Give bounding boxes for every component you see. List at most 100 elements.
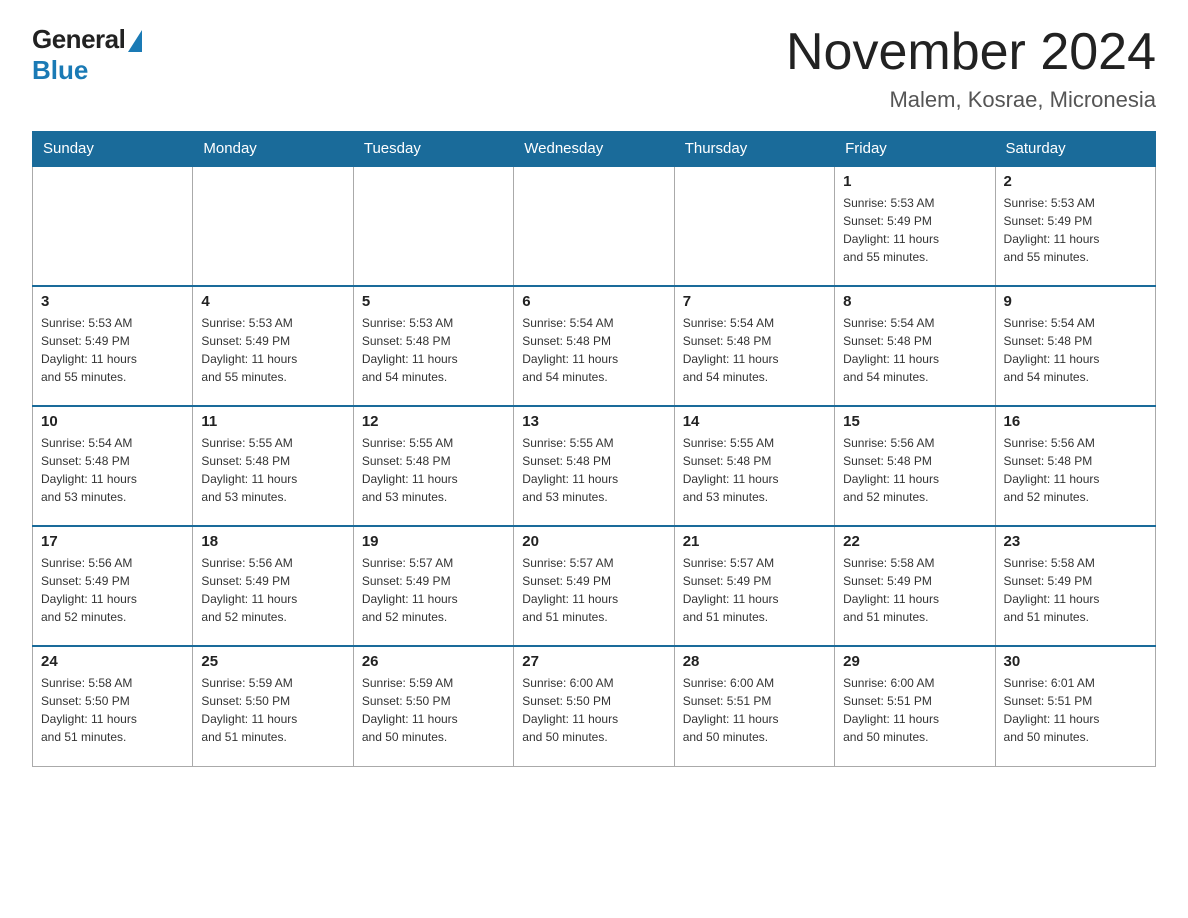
calendar-cell: 26 Sunrise: 5:59 AM Sunset: 5:50 PM Dayli… (353, 646, 513, 766)
calendar-cell: 3 Sunrise: 5:53 AM Sunset: 5:49 PM Daylig… (33, 286, 193, 406)
logo: General Blue (32, 24, 142, 86)
calendar-cell: 5 Sunrise: 5:53 AM Sunset: 5:48 PM Daylig… (353, 286, 513, 406)
weekday-header-saturday: Saturday (995, 132, 1155, 167)
weekday-header-sunday: Sunday (33, 132, 193, 167)
calendar-cell: 13Sunrise: 5:55 AM Sunset: 5:48 PM Dayli… (514, 406, 674, 526)
calendar-cell (33, 166, 193, 286)
day-info: Sunrise: 6:00 AM Sunset: 5:50 PM Dayligh… (522, 674, 665, 746)
day-number: 11 (201, 413, 344, 430)
day-number: 23 (1004, 533, 1147, 550)
calendar-week-row: 24Sunrise: 5:58 AM Sunset: 5:50 PM Dayli… (33, 646, 1156, 766)
month-year-title: November 2024 (786, 24, 1156, 81)
day-info: Sunrise: 6:00 AM Sunset: 5:51 PM Dayligh… (683, 674, 826, 746)
calendar-cell: 20 Sunrise: 5:57 AM Sunset: 5:49 PM Dayli… (514, 526, 674, 646)
day-info: Sunrise: 5:58 AM Sunset: 5:49 PM Dayligh… (843, 554, 986, 626)
day-number: 3 (41, 293, 184, 310)
calendar-cell: 25 Sunrise: 5:59 AM Sunset: 5:50 PM Dayli… (193, 646, 353, 766)
day-info: Sunrise: 6:00 AM Sunset: 5:51 PM Dayligh… (843, 674, 986, 746)
day-number: 15 (843, 413, 986, 430)
day-info: Sunrise: 5:57 AM Sunset: 5:49 PM Dayligh… (362, 554, 505, 626)
calendar-week-row: 17Sunrise: 5:56 AM Sunset: 5:49 PM Dayli… (33, 526, 1156, 646)
calendar-body: 1 Sunrise: 5:53 AM Sunset: 5:49 PM Daylig… (33, 166, 1156, 766)
calendar-cell: 9 Sunrise: 5:54 AM Sunset: 5:48 PM Daylig… (995, 286, 1155, 406)
calendar-cell: 17Sunrise: 5:56 AM Sunset: 5:49 PM Dayli… (33, 526, 193, 646)
calendar-week-row: 10Sunrise: 5:54 AM Sunset: 5:48 PM Dayli… (33, 406, 1156, 526)
day-info: Sunrise: 5:56 AM Sunset: 5:48 PM Dayligh… (1004, 434, 1147, 506)
weekday-header-tuesday: Tuesday (353, 132, 513, 167)
day-info: Sunrise: 6:01 AM Sunset: 5:51 PM Dayligh… (1004, 674, 1147, 746)
day-info: Sunrise: 5:57 AM Sunset: 5:49 PM Dayligh… (522, 554, 665, 626)
calendar-cell: 16Sunrise: 5:56 AM Sunset: 5:48 PM Dayli… (995, 406, 1155, 526)
location-subtitle: Malem, Kosrae, Micronesia (786, 87, 1156, 113)
day-info: Sunrise: 5:54 AM Sunset: 5:48 PM Dayligh… (522, 314, 665, 386)
day-number: 21 (683, 533, 826, 550)
day-number: 29 (843, 653, 986, 670)
day-number: 28 (683, 653, 826, 670)
calendar-cell: 12 Sunrise: 5:55 AM Sunset: 5:48 PM Dayli… (353, 406, 513, 526)
day-info: Sunrise: 5:55 AM Sunset: 5:48 PM Dayligh… (683, 434, 826, 506)
day-info: Sunrise: 5:54 AM Sunset: 5:48 PM Dayligh… (843, 314, 986, 386)
calendar-cell: 28 Sunrise: 6:00 AM Sunset: 5:51 PM Dayli… (674, 646, 834, 766)
weekday-header-monday: Monday (193, 132, 353, 167)
calendar-cell: 2 Sunrise: 5:53 AM Sunset: 5:49 PM Daylig… (995, 166, 1155, 286)
day-info: Sunrise: 5:59 AM Sunset: 5:50 PM Dayligh… (362, 674, 505, 746)
day-number: 14 (683, 413, 826, 430)
calendar-cell: 23 Sunrise: 5:58 AM Sunset: 5:49 PM Dayli… (995, 526, 1155, 646)
calendar-cell: 15Sunrise: 5:56 AM Sunset: 5:48 PM Dayli… (835, 406, 995, 526)
day-number: 12 (362, 413, 505, 430)
day-info: Sunrise: 5:54 AM Sunset: 5:48 PM Dayligh… (683, 314, 826, 386)
day-number: 25 (201, 653, 344, 670)
day-number: 4 (201, 293, 344, 310)
day-info: Sunrise: 5:53 AM Sunset: 5:48 PM Dayligh… (362, 314, 505, 386)
calendar-cell: 8 Sunrise: 5:54 AM Sunset: 5:48 PM Daylig… (835, 286, 995, 406)
day-info: Sunrise: 5:59 AM Sunset: 5:50 PM Dayligh… (201, 674, 344, 746)
calendar-cell: 10Sunrise: 5:54 AM Sunset: 5:48 PM Dayli… (33, 406, 193, 526)
day-number: 8 (843, 293, 986, 310)
calendar-cell: 29 Sunrise: 6:00 AM Sunset: 5:51 PM Dayli… (835, 646, 995, 766)
calendar-cell: 7 Sunrise: 5:54 AM Sunset: 5:48 PM Daylig… (674, 286, 834, 406)
calendar-cell: 4 Sunrise: 5:53 AM Sunset: 5:49 PM Daylig… (193, 286, 353, 406)
day-number: 9 (1004, 293, 1147, 310)
day-number: 10 (41, 413, 184, 430)
calendar-cell: 22 Sunrise: 5:58 AM Sunset: 5:49 PM Dayli… (835, 526, 995, 646)
weekday-header-row: SundayMondayTuesdayWednesdayThursdayFrid… (33, 132, 1156, 167)
calendar-cell (514, 166, 674, 286)
day-info: Sunrise: 5:53 AM Sunset: 5:49 PM Dayligh… (201, 314, 344, 386)
day-number: 1 (843, 173, 986, 190)
day-info: Sunrise: 5:53 AM Sunset: 5:49 PM Dayligh… (1004, 194, 1147, 266)
calendar-week-row: 3 Sunrise: 5:53 AM Sunset: 5:49 PM Daylig… (33, 286, 1156, 406)
weekday-header-thursday: Thursday (674, 132, 834, 167)
calendar-cell: 11 Sunrise: 5:55 AM Sunset: 5:48 PM Dayli… (193, 406, 353, 526)
day-number: 13 (522, 413, 665, 430)
day-info: Sunrise: 5:58 AM Sunset: 5:49 PM Dayligh… (1004, 554, 1147, 626)
calendar-cell: 1Sunrise: 5:53 AM Sunset: 5:49 PM Daylig… (835, 166, 995, 286)
day-number: 20 (522, 533, 665, 550)
calendar-cell (674, 166, 834, 286)
page-header: General Blue November 2024 Malem, Kosrae… (32, 24, 1156, 113)
day-info: Sunrise: 5:54 AM Sunset: 5:48 PM Dayligh… (1004, 314, 1147, 386)
day-info: Sunrise: 5:58 AM Sunset: 5:50 PM Dayligh… (41, 674, 184, 746)
logo-blue-text: Blue (32, 55, 88, 86)
day-number: 19 (362, 533, 505, 550)
calendar-week-row: 1 Sunrise: 5:53 AM Sunset: 5:49 PM Daylig… (33, 166, 1156, 286)
day-number: 18 (201, 533, 344, 550)
day-number: 5 (362, 293, 505, 310)
weekday-header-wednesday: Wednesday (514, 132, 674, 167)
day-number: 6 (522, 293, 665, 310)
day-info: Sunrise: 5:57 AM Sunset: 5:49 PM Dayligh… (683, 554, 826, 626)
day-info: Sunrise: 5:55 AM Sunset: 5:48 PM Dayligh… (201, 434, 344, 506)
day-number: 27 (522, 653, 665, 670)
day-number: 26 (362, 653, 505, 670)
calendar-cell: 24Sunrise: 5:58 AM Sunset: 5:50 PM Dayli… (33, 646, 193, 766)
calendar-table: SundayMondayTuesdayWednesdayThursdayFrid… (32, 131, 1156, 767)
day-info: Sunrise: 5:55 AM Sunset: 5:48 PM Dayligh… (362, 434, 505, 506)
logo-triangle-icon (128, 30, 142, 52)
day-number: 22 (843, 533, 986, 550)
day-info: Sunrise: 5:53 AM Sunset: 5:49 PM Dayligh… (41, 314, 184, 386)
day-number: 2 (1004, 173, 1147, 190)
calendar-cell: 21 Sunrise: 5:57 AM Sunset: 5:49 PM Dayli… (674, 526, 834, 646)
day-info: Sunrise: 5:56 AM Sunset: 5:49 PM Dayligh… (201, 554, 344, 626)
day-info: Sunrise: 5:56 AM Sunset: 5:49 PM Dayligh… (41, 554, 184, 626)
day-number: 7 (683, 293, 826, 310)
calendar-cell: 19 Sunrise: 5:57 AM Sunset: 5:49 PM Dayli… (353, 526, 513, 646)
